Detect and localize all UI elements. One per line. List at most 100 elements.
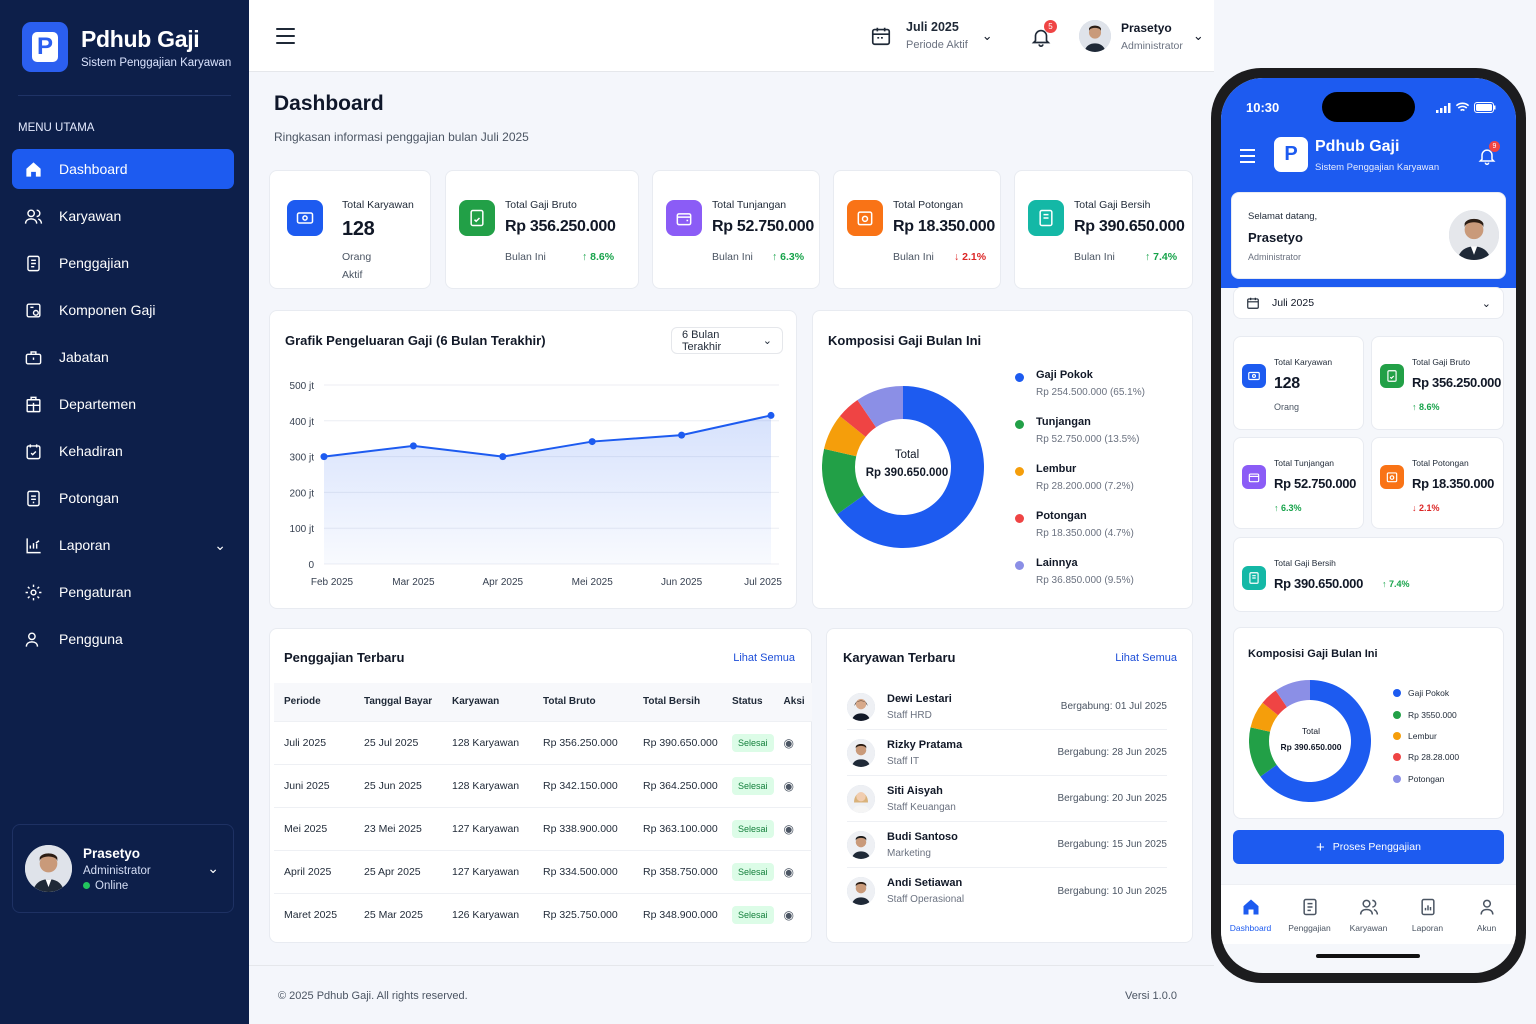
data-point[interactable] xyxy=(767,411,775,419)
tab-laporan[interactable]: Laporan xyxy=(1398,885,1457,944)
area-fill xyxy=(324,415,771,564)
chevron-down-icon[interactable]: ⌄ xyxy=(214,537,226,554)
trend-up: ↑ 8.6% xyxy=(1412,402,1440,412)
sidebar-item-dashboard[interactable]: Dashboard xyxy=(12,149,234,189)
sidebar-item-label: Kehadiran xyxy=(59,443,123,459)
notification-button[interactable]: 9 xyxy=(1477,141,1500,171)
trend-down: ↓ 2.1% xyxy=(954,251,987,263)
view-all-link[interactable]: Lihat Semua xyxy=(1115,652,1177,664)
stat-value: Rp 356.250.000 xyxy=(1412,375,1502,390)
sidebar-item-penggajian[interactable]: Penggajian xyxy=(12,243,234,283)
stat-label: Total Karyawan xyxy=(342,199,414,211)
salary-chart-card: Grafik Pengeluaran Gaji (6 Bulan Terakhi… xyxy=(269,310,797,609)
money-icon xyxy=(1242,364,1266,388)
view-icon[interactable]: ◉ xyxy=(784,822,794,836)
table-row[interactable]: Mei 2025 23 Mei 2025 127 Karyawan Rp 338.90… xyxy=(274,806,812,850)
x-tick-label: Mei 2025 xyxy=(572,577,614,588)
report-icon xyxy=(1420,898,1435,916)
sidebar-item-komponen-gaji[interactable]: Komponen Gaji xyxy=(12,290,234,330)
gift-icon xyxy=(666,200,702,236)
data-point[interactable] xyxy=(678,431,686,439)
stat-label: Total Gaji Bersih xyxy=(1274,558,1336,568)
list-item[interactable]: Siti Aisyah Staff Keuangan Bergabung: 20 … xyxy=(847,776,1167,822)
employee-role: Marketing xyxy=(887,847,931,859)
card-title: Penggajian Terbaru xyxy=(284,650,405,665)
card-title: Komposisi Gaji Bulan Ini xyxy=(1248,648,1378,660)
donut-center-value: Rp 390.650.000 xyxy=(865,467,949,479)
sidebar-item-pengaturan[interactable]: Pengaturan xyxy=(12,572,234,612)
table-row[interactable]: Juli 2025 25 Jul 2025 128 Karyawan Rp 356.2… xyxy=(274,720,812,764)
column-header: Status xyxy=(722,683,774,721)
stat-card-gaji-bersih: Total Gaji Bersih Rp 390.650.000 Bulan I… xyxy=(1014,170,1193,289)
period-selector[interactable]: Juli 2025 Periode Aktif ⌄ xyxy=(870,20,993,51)
building-icon xyxy=(26,396,41,412)
sidebar-item-karyawan[interactable]: Karyawan xyxy=(12,196,234,236)
data-point[interactable] xyxy=(320,453,328,461)
mobile-tabbar: Dashboard Penggajian Karyawan Laporan Ak… xyxy=(1221,884,1516,944)
list-item[interactable]: Budi Santoso Marketing Bergabung: 15 Jun … xyxy=(847,822,1167,868)
mobile-period-dropdown[interactable]: Juli 2025 ⌄ xyxy=(1233,287,1504,319)
list-item[interactable]: Andi Setiawan Staff Operasional Bergabung… xyxy=(847,868,1167,914)
stat-value: 128 xyxy=(1274,375,1300,392)
view-icon[interactable]: ◉ xyxy=(784,779,794,793)
hamburger-menu-icon[interactable] xyxy=(276,28,295,44)
sidebar-item-kehadiran[interactable]: Kehadiran xyxy=(12,431,234,471)
sidebar-item-label: Laporan xyxy=(59,537,111,553)
stat-value: Rp 18.350.000 xyxy=(1412,476,1495,491)
chevron-down-icon[interactable]: ⌄ xyxy=(207,860,219,877)
sidebar-item-pengguna[interactable]: Pengguna xyxy=(12,619,234,659)
welcome-card: Selamat datang, Prasetyo Administrator xyxy=(1231,192,1506,279)
deduction-icon xyxy=(1380,465,1404,489)
legend-item: Gaji Pokok xyxy=(1393,688,1449,698)
view-icon[interactable]: ◉ xyxy=(784,908,794,922)
brand[interactable]: P Pdhub Gaji Sistem Penggajian Karyawan xyxy=(22,22,231,72)
data-point[interactable] xyxy=(409,442,417,450)
data-point[interactable] xyxy=(588,438,596,446)
table-row[interactable]: Juni 2025 25 Jun 2025 128 Karyawan Rp 342.1… xyxy=(274,763,812,807)
tab-dashboard[interactable]: Dashboard xyxy=(1221,885,1280,944)
net-salary-icon xyxy=(1242,566,1266,590)
user-role: Administrator xyxy=(1248,252,1302,262)
status-badge: Selesai xyxy=(732,862,774,881)
stat-card-gaji-bruto: Total Gaji Bruto Rp 356.250.000 Bulan In… xyxy=(445,170,639,289)
sidebar-item-departemen[interactable]: Departemen xyxy=(12,384,234,424)
user-role: Administrator xyxy=(83,864,151,877)
sidebar-item-potongan[interactable]: Potongan xyxy=(12,478,234,518)
view-icon[interactable]: ◉ xyxy=(784,736,794,750)
table-row[interactable]: April 2025 25 Apr 2025 127 Karyawan Rp 334.… xyxy=(274,849,812,893)
status-badge: Selesai xyxy=(732,733,774,752)
chevron-down-icon: ⌄ xyxy=(1192,28,1204,43)
status-badge: Selesai xyxy=(732,905,774,924)
notification-button[interactable]: 5 xyxy=(1030,20,1057,53)
join-date: Bergabung: 15 Jun 2025 xyxy=(1057,839,1167,850)
list-item[interactable]: Rizky Pratama Staff IT Bergabung: 28 Jun … xyxy=(847,730,1167,776)
data-point[interactable] xyxy=(499,453,507,461)
legend-item: Rp 28.28.000 xyxy=(1393,752,1459,762)
stat-card-potongan: Total Potongan Rp 18.350.000 Bulan Ini ↓… xyxy=(833,170,1001,289)
online-status: Online xyxy=(83,880,207,892)
user-menu[interactable]: Prasetyo Administrator ⌄ xyxy=(1079,20,1204,52)
table-row[interactable]: Maret 2025 25 Mar 2025 126 Karyawan Rp 325.… xyxy=(274,892,812,936)
column-header: Aksi xyxy=(773,683,812,721)
employee-role: Staff Keuangan xyxy=(887,801,956,813)
tab-penggajian[interactable]: Penggajian xyxy=(1280,885,1339,944)
stat-sub: Aktif xyxy=(342,269,363,281)
sidebar-user-card[interactable]: Prasetyo Administrator Online ⌄ xyxy=(12,824,234,913)
report-icon xyxy=(26,537,41,553)
view-icon[interactable]: ◉ xyxy=(784,865,794,879)
sidebar-menu: Dashboard Karyawan Penggajian Komponen G… xyxy=(12,149,234,666)
hamburger-menu-icon[interactable] xyxy=(1240,149,1255,163)
period-sub: Periode Aktif xyxy=(906,39,968,51)
tab-karyawan[interactable]: Karyawan xyxy=(1339,885,1398,944)
list-item[interactable]: Dewi Lestari Staff HRD Bergabung: 01 Jul … xyxy=(847,684,1167,730)
process-payroll-button[interactable]: + Proses Penggajian xyxy=(1233,830,1504,864)
donut-legend: Gaji Pokok Rp 254.500.000 (65.1%) Tunjang… xyxy=(1015,369,1145,604)
sidebar-item-laporan[interactable]: Laporan ⌄ xyxy=(12,525,234,565)
mobile-composition-card: Komposisi Gaji Bulan Ini Total Rp 390.65… xyxy=(1233,627,1504,819)
join-date: Bergabung: 20 Jun 2025 xyxy=(1057,793,1167,804)
view-all-link[interactable]: Lihat Semua xyxy=(733,652,795,664)
sidebar-item-jabatan[interactable]: Jabatan xyxy=(12,337,234,377)
stat-value: Rp 356.250.000 xyxy=(505,218,616,235)
trend-up: ↑ 6.3% xyxy=(772,251,805,263)
tab-akun[interactable]: Akun xyxy=(1457,885,1516,944)
